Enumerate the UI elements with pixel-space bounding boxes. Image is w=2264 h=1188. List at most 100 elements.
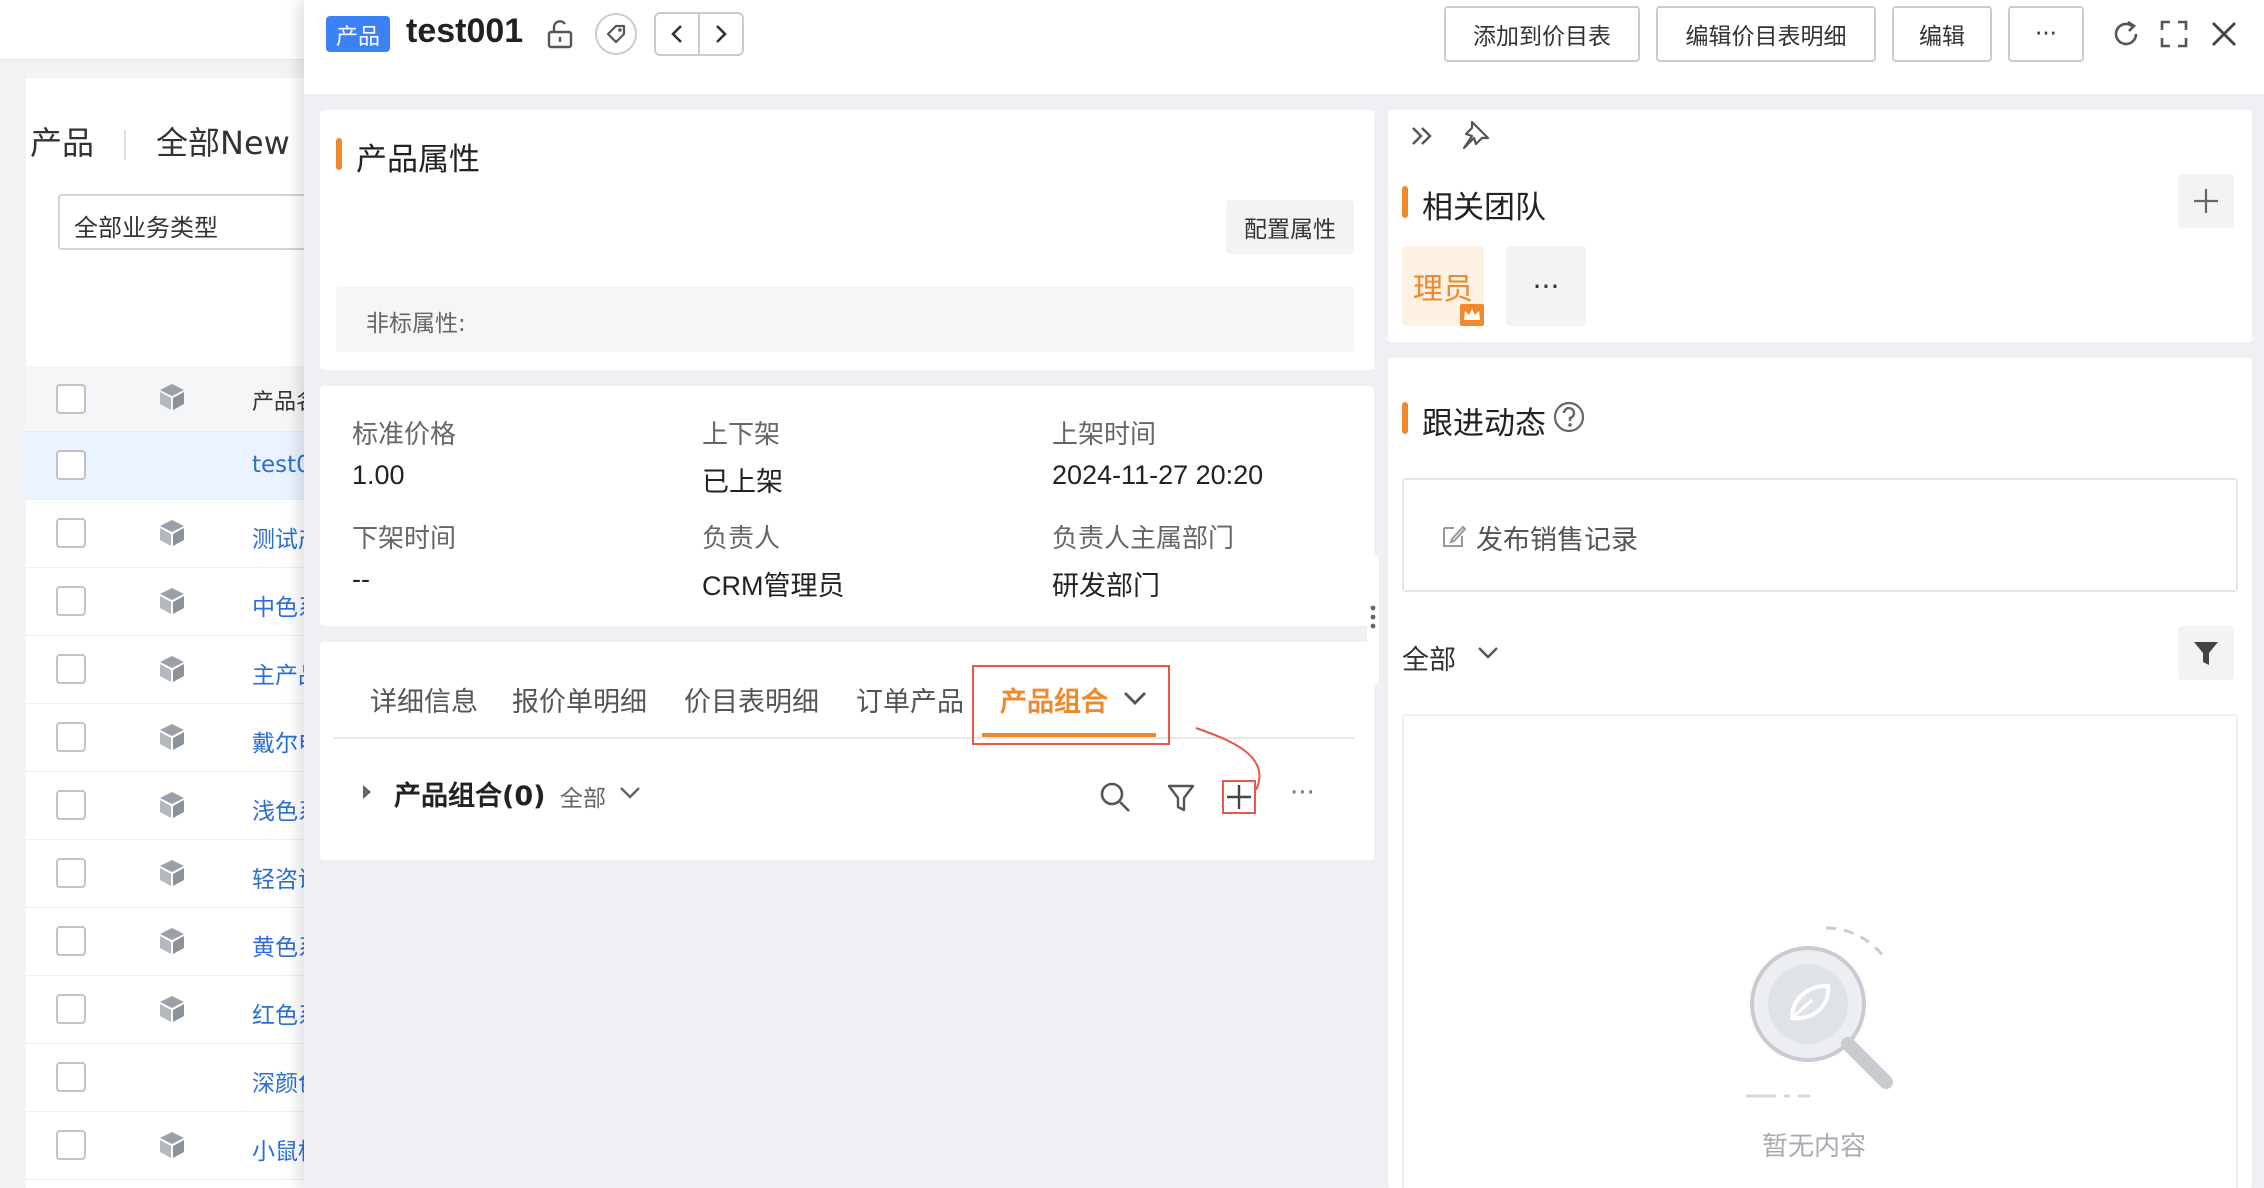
- follow-up-filter-button[interactable]: [2178, 626, 2234, 680]
- tag-icon[interactable]: [594, 12, 638, 56]
- chevron-down-icon[interactable]: [618, 784, 642, 802]
- post-sales-record-placeholder: 发布销售记录: [1476, 525, 1638, 556]
- empty-state-illustration-icon: [1746, 926, 1893, 1098]
- field-label-owner-department: 负责人主属部门: [1052, 524, 1235, 554]
- row-checkbox[interactable]: [56, 518, 86, 548]
- table-row[interactable]: 红色系: [26, 976, 320, 1044]
- cube-icon: [160, 724, 184, 750]
- close-icon[interactable]: [2208, 18, 2240, 50]
- table-row[interactable]: 主产品: [26, 636, 320, 704]
- record-type-filter[interactable]: 全部业务类型: [58, 194, 320, 250]
- table-row[interactable]: 深颜色: [26, 1044, 320, 1112]
- fullscreen-icon[interactable]: [2158, 18, 2190, 50]
- edit-icon: [1443, 525, 1467, 547]
- cube-icon: [160, 928, 184, 954]
- more-options-icon[interactable]: ···: [1290, 778, 1315, 808]
- empty-state-text: 暂无内容: [1762, 1132, 1867, 1162]
- tab-quote-lines[interactable]: 报价单明细: [512, 680, 647, 719]
- row-checkbox[interactable]: [56, 722, 86, 752]
- non-standard-attributes: 非标属性:: [336, 286, 1354, 352]
- record-navigation: [654, 12, 744, 56]
- background-list-page: 产品全部New 全部业务类型 产品名 test001测试产品中色系主产品戴尔电脑…: [0, 0, 320, 1188]
- fields-panel: [320, 386, 1374, 626]
- row-checkbox[interactable]: [56, 994, 86, 1024]
- refresh-icon[interactable]: [2110, 18, 2142, 50]
- table-row[interactable]: 浅色系: [26, 772, 320, 840]
- cube-icon: [160, 996, 184, 1022]
- tab-separator: [124, 130, 127, 160]
- team-member-chip[interactable]: 理员: [1402, 246, 1484, 326]
- annotation-highlight-box: [972, 665, 1170, 745]
- cube-icon: [160, 520, 184, 546]
- cube-icon: [160, 588, 184, 614]
- plus-icon: [2194, 189, 2218, 213]
- field-value-standard-price: 1.00: [352, 460, 405, 490]
- drag-dots-icon: [1370, 605, 1376, 629]
- list-tab-view[interactable]: 全部New: [156, 124, 290, 162]
- section-accent-bar: [1402, 402, 1408, 434]
- field-label-listing-status: 上下架: [702, 420, 781, 450]
- add-team-member-button[interactable]: [2178, 174, 2234, 228]
- panel-resize-handle[interactable]: [1367, 555, 1379, 685]
- team-more-button[interactable]: ···: [1506, 246, 1586, 326]
- tab-order-products[interactable]: 订单产品: [856, 680, 964, 719]
- help-icon[interactable]: [1552, 400, 1586, 434]
- chevron-left-icon: [671, 25, 682, 43]
- chevron-right-icon: [716, 25, 727, 43]
- previous-record-button[interactable]: [656, 14, 700, 54]
- field-label-standard-price: 标准价格: [352, 420, 457, 450]
- list-view-tabs: 产品 全部New: [30, 118, 290, 164]
- field-value-owner[interactable]: CRM管理员: [702, 564, 845, 603]
- next-record-button[interactable]: [700, 14, 742, 54]
- crown-icon: [1460, 304, 1484, 326]
- field-value-listing-time: 2024-11-27 20:20: [1052, 460, 1264, 490]
- table-row[interactable]: 测试产品: [26, 500, 320, 568]
- search-icon[interactable]: [1098, 780, 1132, 814]
- row-checkbox[interactable]: [56, 1130, 86, 1160]
- tab-detail-info[interactable]: 详细信息: [370, 680, 478, 719]
- team-member-name: 理员: [1413, 272, 1473, 307]
- section-accent-bar: [336, 138, 342, 170]
- row-checkbox[interactable]: [56, 654, 86, 684]
- table-row[interactable]: 轻咨询: [26, 840, 320, 908]
- row-checkbox[interactable]: [56, 586, 86, 616]
- chevron-down-icon[interactable]: [1476, 644, 1500, 662]
- row-checkbox[interactable]: [56, 926, 86, 956]
- row-checkbox[interactable]: [56, 858, 86, 888]
- select-all-checkbox[interactable]: [56, 384, 86, 414]
- cube-icon: [160, 656, 184, 682]
- top-bar: [0, 0, 320, 60]
- table-row[interactable]: 戴尔电脑: [26, 704, 320, 772]
- collapse-sidebar-icon[interactable]: [1408, 122, 1436, 150]
- table-row[interactable]: test001: [26, 432, 320, 500]
- add-to-pricebook-button[interactable]: 添加到价目表: [1444, 6, 1640, 62]
- field-label-delisting-time: 下架时间: [352, 524, 457, 554]
- follow-up-scope-filter[interactable]: 全部: [1402, 638, 1456, 677]
- row-checkbox[interactable]: [56, 790, 86, 820]
- field-value-owner-department: 研发部门: [1052, 571, 1160, 601]
- cube-icon: [160, 384, 184, 410]
- expand-caret-icon[interactable]: [360, 782, 374, 802]
- configure-attributes-button[interactable]: 配置属性: [1226, 200, 1354, 254]
- table-row[interactable]: 小鼠标: [26, 1112, 320, 1180]
- field-value-delisting-time: --: [352, 564, 370, 594]
- detail-drawer: 产品 test001 添加到价目表 编辑价目表明细 编辑 ··· 产品属性 配置…: [304, 0, 2264, 1188]
- cube-icon: [160, 860, 184, 886]
- table-row[interactable]: 中色系: [26, 568, 320, 636]
- row-checkbox[interactable]: [56, 450, 86, 480]
- drawer-header: 产品 test001 添加到价目表 编辑价目表明细 编辑 ···: [304, 0, 2264, 94]
- edit-button[interactable]: 编辑: [1892, 6, 1992, 62]
- object-badge: 产品: [326, 16, 391, 52]
- table-row[interactable]: 黄色系: [26, 908, 320, 976]
- cube-icon: [160, 792, 184, 818]
- unlock-icon[interactable]: [544, 18, 576, 50]
- field-label-owner: 负责人: [702, 524, 781, 554]
- product-bundle-list-title: 产品组合(0): [394, 781, 546, 812]
- tab-pricebook-lines[interactable]: 价目表明细: [684, 680, 819, 719]
- list-tab-object[interactable]: 产品: [30, 124, 94, 162]
- row-checkbox[interactable]: [56, 1062, 86, 1092]
- more-actions-button[interactable]: ···: [2008, 6, 2084, 62]
- edit-pricebook-detail-button[interactable]: 编辑价目表明细: [1656, 6, 1876, 62]
- pin-icon[interactable]: [1460, 118, 1492, 150]
- product-bundle-scope-filter[interactable]: 全部: [560, 779, 606, 813]
